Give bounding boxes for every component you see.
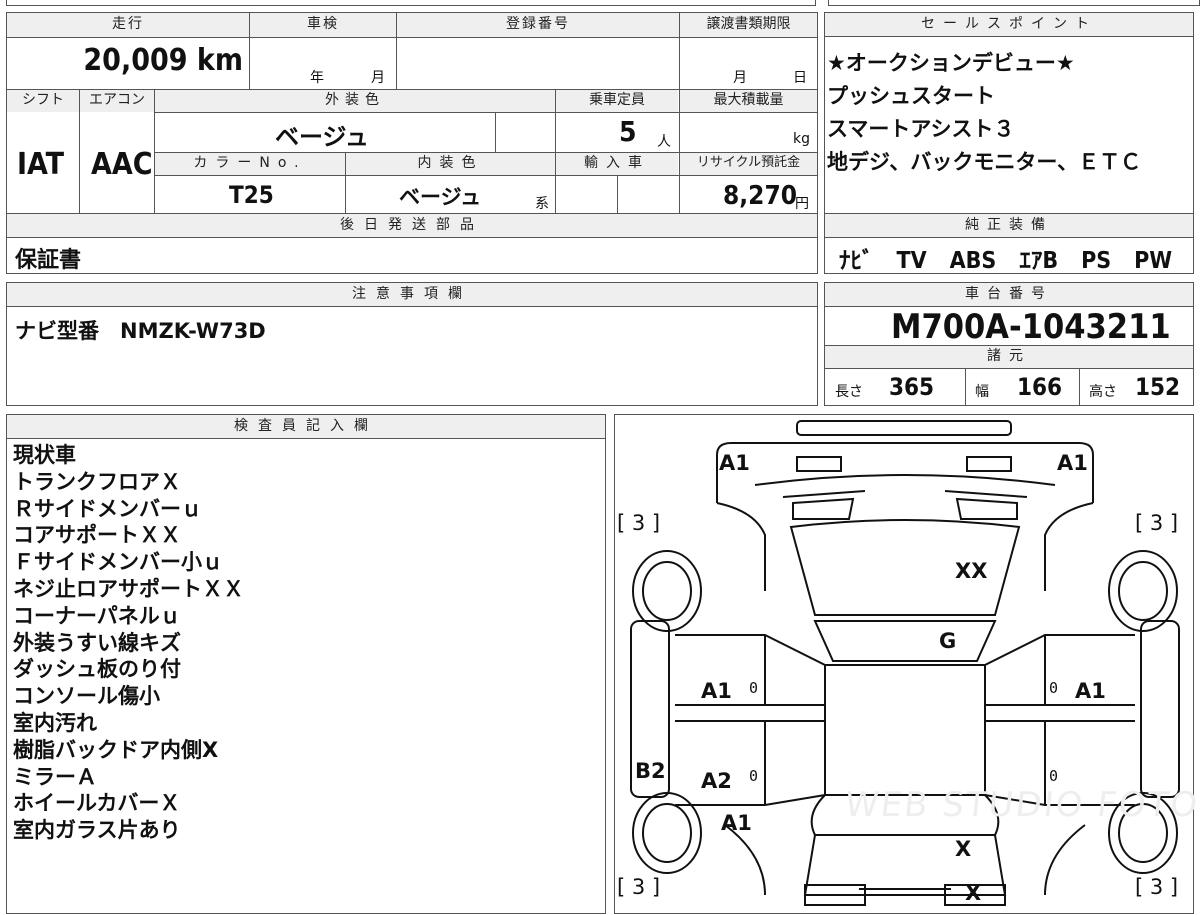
inspector-line: ホイールカバーＸ: [13, 791, 181, 816]
mileage-label: 走行: [7, 13, 249, 37]
mark-side-rear-left: B2: [635, 759, 666, 783]
recycle-unit: 円: [795, 196, 809, 212]
inspector-line: 外装うすい線キズ: [13, 630, 181, 655]
chassis-number: M700A-1043211: [891, 307, 1171, 347]
length-label: 長さ: [835, 384, 863, 400]
mark-zero: 0: [1049, 767, 1059, 785]
equipment-value: ﾅﾋﾞ TV ABS ｴｱB PS PW: [839, 248, 1173, 274]
inspection-year-unit: 年: [310, 70, 324, 86]
color-no-label: カラーNo.: [155, 153, 345, 175]
notes-label: 注意事項欄: [7, 283, 817, 307]
inspector-line: ネジ止ロアサポートＸＸ: [13, 576, 244, 601]
inspector-notes-list: 現状車 トランクフロアＸ Ｒサイドメンバーｕ コアサポートＸＸ Ｆサイドメンバー…: [13, 442, 244, 844]
notes-panel: 注意事項欄 ナビ型番 NMZK-W73D: [6, 282, 818, 406]
recycle-value: 8,270: [723, 181, 797, 211]
ac-label: エアコン: [80, 90, 154, 112]
inspector-line: トランクフロアＸ: [13, 469, 181, 494]
chassis-panel: 車台番号 M700A-1043211 諸元 長さ 365 幅 166 高さ 15…: [824, 282, 1194, 406]
mileage-value: 20,009 km: [83, 43, 243, 78]
shift-value: IAT: [17, 147, 65, 182]
sales-line: 地デジ、バックモニター、ＥＴＣ: [827, 150, 1142, 174]
damage-diagram-panel: A1 A1 [ 3 ] [ 3 ] XX G A1 0 0 A1 B2 A2 0…: [614, 414, 1200, 914]
interior-color-label: 内装色: [346, 153, 555, 175]
inspector-line: 室内ガラス片あり: [13, 818, 181, 843]
mark-hood: XX: [955, 559, 988, 583]
mark-roof-rear: X: [955, 837, 972, 861]
vehicle-info-table: 走行 車検 登録番号 譲渡書類期限 20,009 km 年 月 月 日 シフト …: [6, 12, 818, 274]
inspector-line: コーナーパネルｕ: [13, 603, 181, 628]
capacity-value: 5: [619, 115, 637, 148]
mark-tire-rear-right: [ 3 ]: [1135, 875, 1179, 899]
mark-zero: 0: [1049, 679, 1059, 697]
inspection-label: 車検: [250, 13, 396, 37]
mark-zero: 0: [749, 679, 759, 697]
color-no-value: T25: [229, 181, 274, 209]
sales-line: プッシュスタート: [827, 84, 995, 108]
inspector-panel: 検査員記入欄 現状車 トランクフロアＸ Ｒサイドメンバーｕ コアサポートＸＸ Ｆ…: [6, 414, 606, 914]
mark-windshield: G: [939, 629, 957, 653]
capacity-label: 乗車定員: [556, 90, 678, 112]
equipment-label: 純正装備: [825, 214, 1193, 237]
interior-color-suffix: 系: [535, 196, 549, 212]
inspector-line: ミラーＡ: [13, 764, 97, 789]
inspector-line: Ｒサイドメンバーｕ: [13, 496, 202, 521]
mark-door-rear-left: A2: [701, 769, 732, 793]
inspection-month-unit: 月: [371, 70, 385, 86]
mark-door-front-left: A1: [701, 679, 732, 703]
inspector-line: 樹脂バックドア内側X: [13, 737, 219, 762]
height-value: 152: [1135, 373, 1181, 401]
mark-fender-rear-left: A1: [721, 811, 752, 835]
notes-value: ナビ型番 NMZK-W73D: [15, 319, 266, 343]
mark-tire-rear-left: [ 3 ]: [617, 875, 661, 899]
width-label: 幅: [975, 384, 989, 400]
mark-front-left: A1: [719, 451, 750, 475]
height-label: 高さ: [1089, 384, 1117, 400]
transfer-month-unit: 月: [733, 70, 747, 86]
spec-label: 諸元: [825, 346, 1193, 368]
inspector-line: コンソール傷小: [13, 684, 160, 709]
inspector-line: コアサポートＸＸ: [13, 523, 181, 548]
width-value: 166: [1017, 373, 1063, 401]
shift-label: シフト: [7, 90, 79, 112]
sales-line: スマートアシスト３: [827, 117, 1015, 141]
mark-front-right: A1: [1057, 451, 1088, 475]
capacity-unit: 人: [657, 134, 671, 150]
sales-points-label: セールスポイント: [825, 13, 1193, 37]
exterior-color-label: 外装色: [155, 90, 555, 112]
inspector-line: ダッシュ板のり付: [13, 657, 181, 682]
mark-rear: X: [965, 881, 982, 905]
length-value: 365: [889, 373, 935, 401]
later-parts-value: 保証書: [15, 248, 82, 273]
later-parts-label: 後日発送部品: [7, 214, 817, 237]
transfer-day-unit: 日: [793, 70, 807, 86]
import-label: 輸入車: [556, 153, 678, 175]
sales-points-panel: セールスポイント ★オークションデビュー★ プッシュスタート スマートアシスト３…: [824, 12, 1194, 274]
load-unit: kg: [793, 131, 810, 147]
exterior-color-value: ベージュ: [275, 123, 369, 151]
car-outline-diagram: [630, 420, 1180, 906]
recycle-label: リサイクル預託金: [680, 153, 817, 175]
max-load-label: 最大積載量: [680, 90, 817, 112]
mark-tire-front-right: [ 3 ]: [1135, 511, 1179, 535]
watermark: WEB STUDIO FOTO: [842, 785, 1200, 825]
mark-door-front-right: A1: [1075, 679, 1106, 703]
inspector-label: 検査員記入欄: [7, 415, 605, 439]
mark-tire-front-left: [ 3 ]: [617, 511, 661, 535]
inspector-line: 現状車: [13, 443, 76, 467]
top-strip: [6, 0, 1200, 8]
inspector-line: Ｆサイドメンバー小ｕ: [13, 550, 223, 575]
ac-value: AAC: [91, 147, 153, 182]
mark-zero: 0: [749, 767, 759, 785]
transfer-deadline-label: 譲渡書類期限: [680, 13, 817, 37]
sales-line: ★オークションデビュー★: [827, 51, 1075, 75]
inspector-line: 室内汚れ: [13, 710, 97, 735]
chassis-label: 車台番号: [825, 283, 1193, 307]
interior-color-value: ベージュ: [399, 185, 482, 209]
registration-label: 登録番号: [397, 13, 679, 37]
